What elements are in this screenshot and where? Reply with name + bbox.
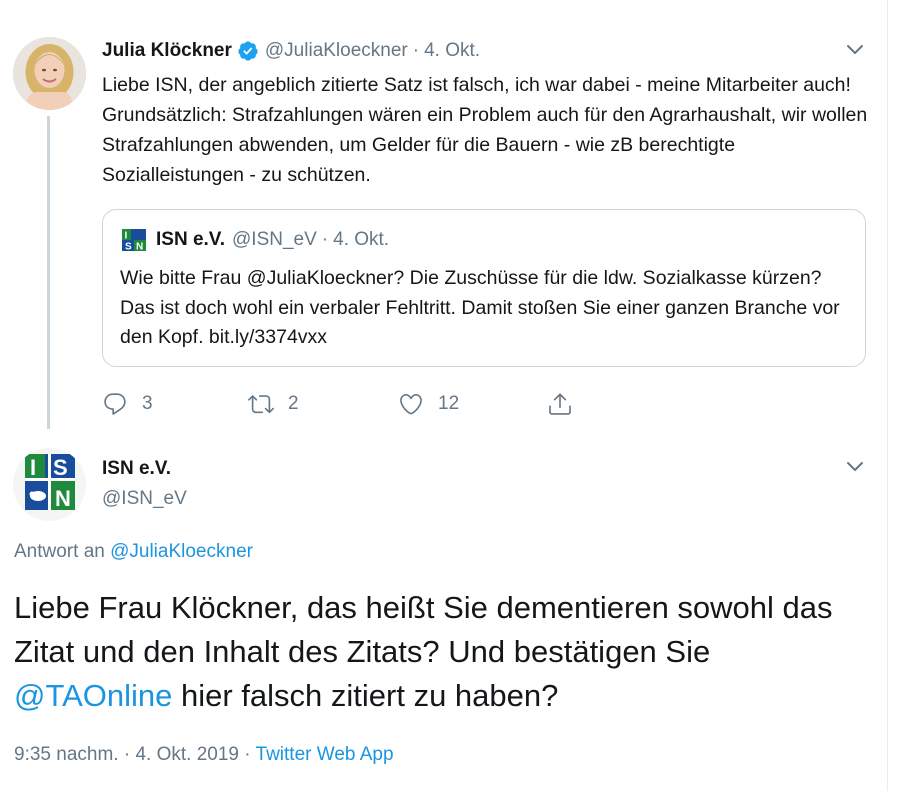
reply-context: Antwort an @JuliaKloeckner	[14, 541, 253, 563]
avatar-photo	[13, 37, 86, 110]
retweet-button[interactable]: 2	[248, 389, 299, 419]
svg-text:I: I	[125, 231, 128, 242]
tweet-actions: 3 2 12	[102, 389, 582, 419]
reply-icon	[104, 393, 126, 415]
chevron-down-icon[interactable]	[846, 44, 864, 56]
author-handle[interactable]: @ISN_eV	[102, 488, 187, 510]
svg-text:I: I	[30, 455, 36, 480]
reply-count: 3	[142, 393, 153, 414]
separator: ·	[238, 744, 256, 765]
quoted-tweet-date: 4. Okt.	[333, 229, 390, 250]
svg-text:S: S	[53, 455, 68, 480]
isn-logo-icon: I S N	[13, 448, 86, 521]
share-button[interactable]	[547, 389, 573, 419]
quoted-tweet[interactable]: I S N ISN e.V. @ISN_eV · 4. Okt. Wie bit…	[102, 209, 866, 367]
retweet-count: 2	[288, 393, 299, 414]
reply-mention-link[interactable]: @JuliaKloeckner	[110, 541, 253, 562]
svg-text:N: N	[136, 242, 143, 253]
quoted-author-name: ISN e.V.	[156, 229, 226, 250]
tweet-full-date[interactable]: 4. Okt. 2019	[135, 744, 239, 765]
separator: ·	[321, 229, 329, 250]
tweet-text: Liebe ISN, der angeblich zitierte Satz i…	[102, 74, 868, 186]
tweet-time[interactable]: 9:35 nachm.	[14, 744, 119, 765]
quoted-tweet-header: I S N ISN e.V. @ISN_eV · 4. Okt.	[120, 228, 389, 252]
tweet-text-end: hier falsch zitiert zu haben?	[172, 678, 559, 713]
tweet-header: Julia Klöckner @JuliaKloeckner · 4. Okt.	[102, 38, 480, 64]
thread-connector	[47, 116, 50, 429]
mention-link[interactable]: @TAOnline	[14, 678, 172, 713]
reply-button[interactable]: 3	[102, 389, 153, 419]
author-name[interactable]: Julia Klöckner	[102, 40, 232, 62]
author-handle[interactable]: @JuliaKloeckner	[265, 40, 408, 62]
svg-text:N: N	[55, 486, 71, 511]
tweet-text: Liebe Frau Klöckner, das heißt Sie demen…	[14, 586, 874, 718]
heart-icon	[400, 393, 422, 415]
like-button[interactable]: 12	[398, 389, 459, 419]
isn-logo-icon: I S N	[120, 228, 148, 252]
avatar[interactable]: I S N	[13, 448, 86, 521]
svg-text:S: S	[125, 242, 132, 253]
quoted-author-handle: @ISN_eV	[232, 229, 317, 250]
separator: ·	[118, 744, 136, 765]
verified-badge-icon	[238, 41, 258, 61]
source-app-link[interactable]: Twitter Web App	[256, 744, 394, 765]
retweet-icon	[248, 395, 274, 414]
quoted-tweet-text: Wie bitte Frau @JuliaKloeckner? Die Zusc…	[120, 267, 840, 348]
separator: ·	[412, 40, 420, 61]
author-name[interactable]: ISN e.V.	[102, 458, 171, 480]
share-icon	[549, 393, 571, 415]
reply-prefix: Antwort an	[14, 541, 105, 562]
tweet-metadata: 9:35 nachm. · 4. Okt. 2019 · Twitter Web…	[14, 744, 394, 766]
tweet-text-start: Liebe Frau Klöckner, das heißt Sie demen…	[14, 590, 833, 669]
tweet-date[interactable]: 4. Okt.	[424, 40, 480, 62]
chevron-down-icon[interactable]	[846, 461, 864, 473]
timeline-right-border	[887, 0, 888, 791]
like-count: 12	[438, 393, 460, 414]
parent-tweet[interactable]: Julia Klöckner @JuliaKloeckner · 4. Okt.…	[0, 0, 887, 432]
avatar[interactable]	[13, 37, 86, 110]
